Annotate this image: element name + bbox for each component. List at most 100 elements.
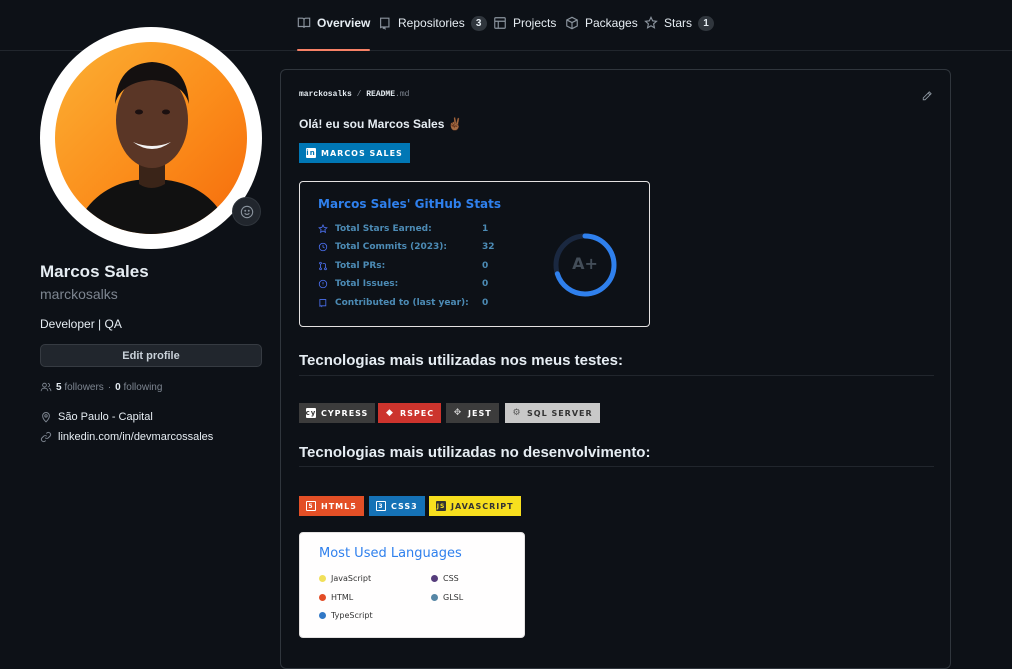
language-item: HTML [319,593,353,602]
stat-value: 1 [482,224,489,234]
linkedin-badge[interactable]: in MARCOS SALES [299,143,410,163]
following-count: 0 [115,381,121,393]
edit-readme-button[interactable] [921,89,933,101]
book-icon [297,17,311,28]
smiley-icon [240,205,253,218]
tab-overview-label: Overview [317,16,371,30]
avatar-portrait-image [75,62,230,234]
profile-username: marckosalks [40,286,118,302]
people-icon [40,382,52,392]
language-color-dot [319,612,326,619]
tab-stars[interactable]: Stars 1 [644,16,715,48]
badge-label: SQL SERVER [527,408,593,418]
link-icon [40,431,52,443]
tab-stars-label: Stars [664,16,693,30]
linkedin-link[interactable]: linkedin.com/in/devmarcossales [58,431,213,443]
stat-row-stars: Total Stars Earned: [318,224,432,234]
followers-link[interactable]: 5 followers [56,382,104,393]
html5-badge[interactable]: 5 HTML5 [299,496,364,516]
package-icon [566,16,578,30]
avatar-frame [40,27,262,249]
tab-repositories[interactable]: Repositories 3 [378,16,487,48]
profile-bio: Developer | QA [40,317,122,331]
tab-packages[interactable]: Packages [565,16,638,48]
github-stats-card[interactable]: Marcos Sales' GitHub Stats Total Stars E… [299,181,650,327]
following-link[interactable]: 0 following [115,382,162,393]
language-color-dot [431,575,438,582]
tab-projects[interactable]: Projects [493,16,556,48]
javascript-badge[interactable]: JS JAVASCRIPT [429,496,521,516]
stat-row-prs: Total PRs: [318,261,385,271]
repo-icon [380,17,390,30]
stat-row-commits: Total Commits (2023): [318,242,447,252]
table-icon [494,17,506,29]
language-item: JavaScript [319,574,371,583]
stars-count-badge: 1 [698,16,715,31]
cypress-icon: cy [305,408,317,418]
heading-divider [299,466,934,467]
css3-icon: 3 [376,501,386,511]
dev-tech-heading: Tecnologias mais utilizadas no desenvolv… [299,444,651,461]
avatar[interactable] [55,42,247,234]
badge-label: RSPEC [400,408,435,418]
edit-profile-button[interactable]: Edit profile [40,344,262,367]
location-icon [42,412,50,423]
grade-label: A+ [572,254,598,273]
ruby-icon: ◆ [386,408,394,418]
jest-badge[interactable]: ✥ JEST [446,403,499,423]
readme-card: marckosalks / README.md Olá! eu sou Marc… [280,69,951,669]
sql-server-icon: ⚙ [512,408,522,418]
stat-label: Total Stars Earned: [335,224,432,234]
stat-row-issues: Total Issues: [318,279,398,289]
location-item: São Paulo - Capital [40,411,153,423]
badge-label: JEST [468,408,492,418]
issue-icon [318,279,328,289]
language-label: TypeScript [331,611,373,620]
followers-count: 5 [56,381,62,393]
star-icon [318,224,328,234]
sql-server-badge[interactable]: ⚙ SQL SERVER [505,403,600,423]
tab-overview[interactable]: Overview [297,16,371,51]
language-item: GLSL [431,593,463,602]
pencil-icon [922,91,932,101]
badge-label: JAVASCRIPT [451,501,514,511]
followers-following: 5 followers · 0 following [40,381,162,393]
most-used-languages-card[interactable]: Most Used Languages JavaScript CSS HTML … [299,532,525,638]
social-link-item: linkedin.com/in/devmarcossales [40,431,213,443]
repo-icon [319,299,327,308]
tests-tech-heading: Tecnologias mais utilizadas nos meus tes… [299,352,623,369]
repositories-count-badge: 3 [470,16,487,31]
language-color-dot [319,594,326,601]
location-text: São Paulo - Capital [58,411,153,423]
follow-separator: · [107,381,112,393]
javascript-icon: JS [436,501,446,511]
linkedin-badge-label: MARCOS SALES [321,148,403,158]
set-status-button[interactable] [232,197,261,226]
css3-badge[interactable]: 3 CSS3 [369,496,425,516]
language-color-dot [319,575,326,582]
stats-title: Marcos Sales' GitHub Stats [318,197,502,211]
stat-value: 0 [482,279,489,289]
languages-title: Most Used Languages [319,546,462,561]
badge-label: HTML5 [321,501,357,511]
language-label: HTML [331,593,354,602]
language-label: CSS [443,574,459,583]
stat-label: Total PRs: [335,261,386,271]
followers-label: followers [64,381,104,393]
readme-path-ext: .md [395,90,410,99]
pull-request-icon [319,261,327,271]
readme-path-file: README [366,90,396,99]
stat-label: Total Commits (2023): [335,242,448,252]
html5-icon: 5 [306,501,316,511]
stat-label: Contributed to (last year): [335,298,469,308]
readme-greeting: Olá! eu sou Marcos Sales ✌🏾 [299,117,463,131]
stat-label: Total Issues: [335,279,399,289]
following-label: following [123,381,163,393]
rspec-badge[interactable]: ◆ RSPEC [378,403,442,423]
cypress-badge[interactable]: cy CYPRESS [299,403,376,423]
history-icon [318,242,328,252]
language-label: GLSL [443,593,464,602]
language-item: TypeScript [319,611,373,620]
readme-path-user[interactable]: marckosalks [299,90,352,99]
tab-projects-label: Projects [513,16,557,30]
